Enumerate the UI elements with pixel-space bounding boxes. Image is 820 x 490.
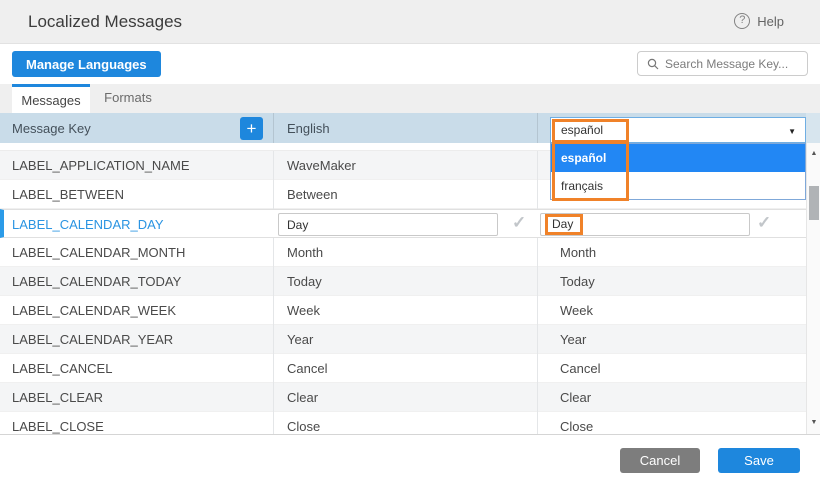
tab-formats[interactable]: Formats — [90, 84, 166, 113]
column-divider — [537, 296, 538, 325]
translation-cell: Month — [560, 245, 596, 260]
scroll-down-icon[interactable]: ▼ — [807, 416, 820, 430]
language-select[interactable]: español ▼ — [550, 117, 806, 143]
language-option-espanol[interactable]: español — [551, 144, 805, 172]
column-divider — [537, 238, 538, 267]
english-cell: Month — [287, 245, 323, 260]
language-select-value: español — [561, 123, 603, 137]
search-box[interactable] — [637, 51, 808, 76]
add-message-key-button[interactable]: + — [240, 117, 263, 140]
cancel-button[interactable]: Cancel — [620, 448, 700, 473]
tab-bar: Messages Formats — [0, 84, 820, 113]
english-cell: Between — [287, 187, 338, 202]
english-cell: Clear — [287, 390, 318, 405]
confirm-check-icon[interactable]: ✓ — [757, 213, 771, 233]
help-button[interactable]: ? Help — [734, 13, 784, 29]
message-key-cell: LABEL_CLEAR — [12, 390, 103, 405]
table-row[interactable]: LABEL_CALENDAR_YEAR Year Year — [0, 325, 806, 354]
column-divider — [537, 354, 538, 383]
search-icon — [647, 58, 659, 70]
confirm-check-icon[interactable]: ✓ — [512, 213, 526, 233]
message-key-cell: LABEL_CALENDAR_TODAY — [12, 274, 181, 289]
messages-table: Message Key + English LABEL_APPLICATION_… — [0, 113, 820, 434]
save-button[interactable]: Save — [718, 448, 800, 473]
table-row-selected[interactable]: LABEL_CALENDAR_DAY ✓ Day ✓ — [0, 209, 806, 238]
english-cell: Year — [287, 332, 313, 347]
translation-cell: Today — [560, 274, 595, 289]
column-divider — [273, 296, 274, 325]
message-key-cell: LABEL_CANCEL — [12, 361, 112, 376]
translation-edit-input[interactable]: Day — [540, 213, 750, 236]
message-key-cell: LABEL_CALENDAR_DAY — [12, 217, 164, 232]
search-input[interactable] — [665, 57, 795, 71]
table-row[interactable]: LABEL_CANCEL Cancel Cancel — [0, 354, 806, 383]
column-divider — [537, 151, 538, 180]
language-option-francais[interactable]: français — [551, 172, 805, 200]
column-divider — [273, 383, 274, 412]
column-divider — [273, 151, 274, 180]
help-label: Help — [757, 14, 784, 29]
message-key-cell: LABEL_CALENDAR_YEAR — [12, 332, 173, 347]
column-divider — [273, 238, 274, 267]
tab-messages[interactable]: Messages — [12, 84, 90, 113]
translation-cell: Week — [560, 303, 593, 318]
english-edit-input[interactable] — [278, 213, 498, 236]
toolbar: Manage Languages — [0, 45, 820, 84]
help-icon: ? — [734, 13, 750, 29]
annotation-box-day-value: Day — [545, 214, 583, 235]
page-title: Localized Messages — [28, 12, 182, 32]
title-bar: Localized Messages ? Help — [0, 0, 820, 44]
column-divider — [273, 267, 274, 296]
message-key-cell: LABEL_CLOSE — [12, 419, 104, 434]
table-row[interactable]: LABEL_CLOSE Close Close — [0, 412, 806, 434]
manage-languages-button[interactable]: Manage Languages — [12, 51, 161, 77]
table-row[interactable]: LABEL_CALENDAR_MONTH Month Month — [0, 238, 806, 267]
footer-bar: Cancel Save — [0, 434, 820, 490]
column-divider — [273, 354, 274, 383]
column-divider — [273, 325, 274, 354]
column-divider — [537, 267, 538, 296]
localized-messages-dialog: Localized Messages ? Help Manage Languag… — [0, 0, 820, 490]
message-key-cell: LABEL_CALENDAR_WEEK — [12, 303, 176, 318]
column-divider — [273, 412, 274, 434]
message-key-cell: LABEL_APPLICATION_NAME — [12, 158, 190, 173]
table-row[interactable]: LABEL_CALENDAR_WEEK Week Week — [0, 296, 806, 325]
chevron-down-icon: ▼ — [788, 127, 796, 136]
vertical-scrollbar[interactable]: ▲ ▼ — [806, 143, 820, 434]
column-divider — [537, 325, 538, 354]
table-row[interactable]: LABEL_CALENDAR_TODAY Today Today — [0, 267, 806, 296]
english-cell: Today — [287, 274, 322, 289]
message-key-cell: LABEL_CALENDAR_MONTH — [12, 245, 185, 260]
column-divider — [537, 180, 538, 209]
column-divider — [273, 113, 274, 143]
column-divider — [273, 180, 274, 209]
translation-cell: Cancel — [560, 361, 600, 376]
scrollbar-thumb[interactable] — [809, 186, 819, 220]
column-divider — [537, 412, 538, 434]
english-cell: WaveMaker — [287, 158, 356, 173]
column-header-english: English — [287, 121, 330, 136]
language-dropdown-list: español français — [550, 143, 806, 200]
english-cell: Close — [287, 419, 320, 434]
table-row[interactable]: LABEL_CLEAR Clear Clear — [0, 383, 806, 412]
column-header-message-key: Message Key — [12, 121, 91, 136]
english-cell: Week — [287, 303, 320, 318]
scroll-up-icon[interactable]: ▲ — [807, 147, 820, 161]
translation-cell: Clear — [560, 390, 591, 405]
translation-cell: Year — [560, 332, 586, 347]
translation-cell: Close — [560, 419, 593, 434]
english-cell: Cancel — [287, 361, 327, 376]
header-scroll-corner — [806, 113, 820, 143]
column-divider — [537, 383, 538, 412]
message-key-cell: LABEL_BETWEEN — [12, 187, 124, 202]
column-divider — [537, 113, 538, 143]
